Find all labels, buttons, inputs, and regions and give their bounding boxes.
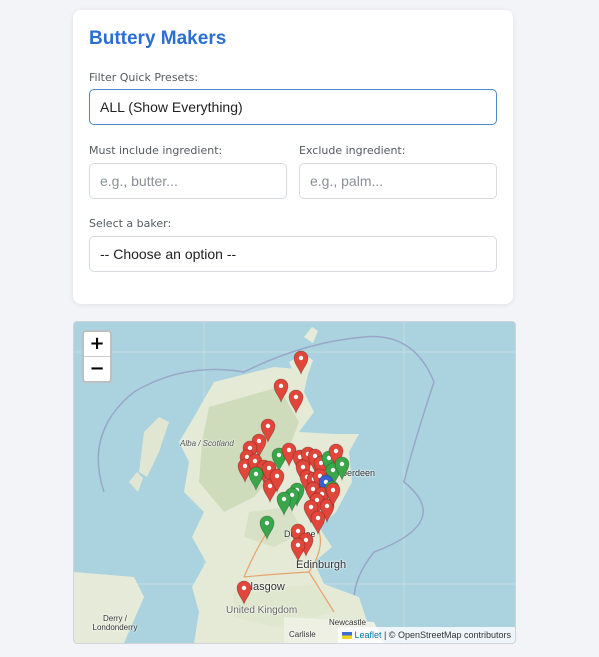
baker-select[interactable]: -- Choose an option --: [89, 236, 497, 272]
zoom-out-button[interactable]: −: [84, 356, 110, 381]
red-map-marker-icon[interactable]: [236, 580, 252, 606]
exclude-ingredient-input[interactable]: e.g., palm...: [299, 163, 497, 199]
red-map-marker-icon[interactable]: [273, 378, 289, 404]
red-map-marker-icon[interactable]: [290, 537, 306, 563]
green-map-marker-icon[interactable]: [248, 466, 264, 492]
green-map-marker-icon[interactable]: [259, 515, 275, 541]
leaflet-link[interactable]: Leaflet: [354, 630, 381, 640]
attribution-text: | © OpenStreetMap contributors: [381, 630, 511, 640]
green-map-marker-icon[interactable]: [276, 491, 292, 517]
map-view[interactable]: Alba / Scotland Aberdeen Dundee Edinburg…: [73, 321, 516, 644]
ukraine-flag-icon: [342, 632, 353, 640]
include-ingredient-input[interactable]: e.g., butter...: [89, 163, 287, 199]
preset-label: Filter Quick Presets:: [89, 71, 199, 84]
exclude-label: Exclude ingredient:: [299, 144, 406, 157]
red-map-marker-icon[interactable]: [310, 510, 326, 536]
page-title: Buttery Makers: [89, 28, 227, 49]
red-map-marker-icon[interactable]: [288, 389, 304, 415]
zoom-control: + −: [82, 330, 112, 383]
red-map-marker-icon[interactable]: [293, 350, 309, 376]
baker-label: Select a baker:: [89, 217, 172, 230]
filter-panel: Buttery Makers Filter Quick Presets: ALL…: [73, 10, 513, 304]
map-attribution: Leaflet | © OpenStreetMap contributors: [338, 627, 515, 643]
zoom-in-button[interactable]: +: [84, 332, 110, 356]
preset-select[interactable]: ALL (Show Everything): [89, 89, 497, 125]
marker-layer[interactable]: [74, 322, 515, 643]
include-label: Must include ingredient:: [89, 144, 223, 157]
